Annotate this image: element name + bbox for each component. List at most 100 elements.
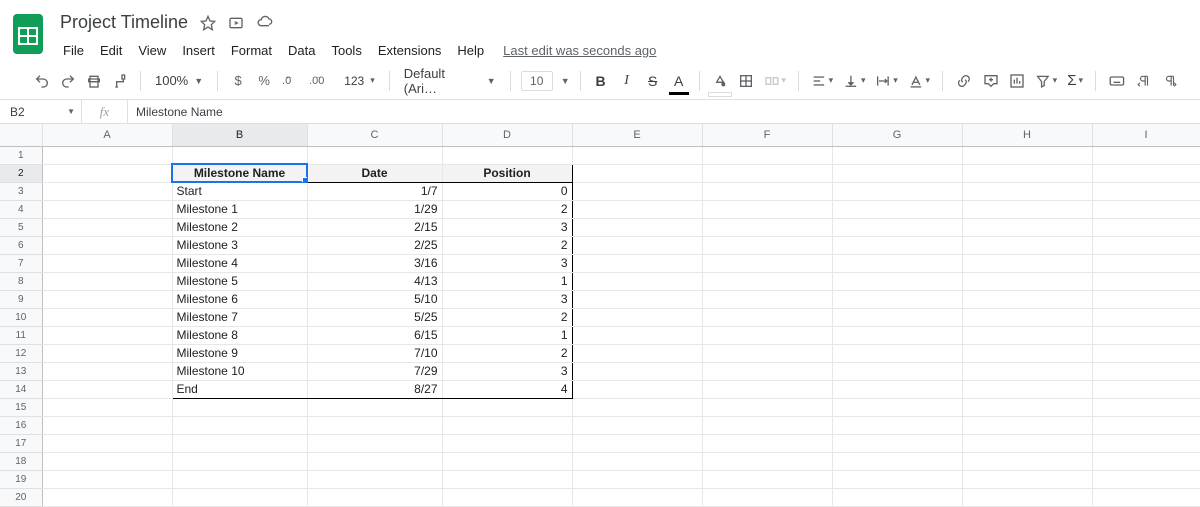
cell-A9[interactable] — [42, 290, 172, 308]
cell-G10[interactable] — [832, 308, 962, 326]
cell-F6[interactable] — [702, 236, 832, 254]
cell-D2[interactable]: Position — [442, 164, 572, 182]
star-icon[interactable] — [200, 15, 216, 31]
cell-C15[interactable] — [307, 398, 442, 416]
insert-comment-button[interactable] — [981, 69, 1001, 93]
cell-G15[interactable] — [832, 398, 962, 416]
cell-C17[interactable] — [307, 434, 442, 452]
doc-title[interactable]: Project Timeline — [56, 10, 192, 35]
vertical-align-button[interactable]: ▾ — [841, 69, 867, 93]
undo-button[interactable] — [32, 69, 52, 93]
cell-E1[interactable] — [572, 146, 702, 164]
cell-H13[interactable] — [962, 362, 1092, 380]
insert-link-button[interactable] — [953, 69, 975, 93]
menu-insert[interactable]: Insert — [175, 39, 222, 62]
row-header-10[interactable]: 10 — [0, 308, 42, 326]
row-header-1[interactable]: 1 — [0, 146, 42, 164]
redo-button[interactable] — [58, 69, 78, 93]
cell-F5[interactable] — [702, 218, 832, 236]
cell-B10[interactable]: Milestone 7 — [172, 308, 307, 326]
cell-E7[interactable] — [572, 254, 702, 272]
cell-F4[interactable] — [702, 200, 832, 218]
cell-A15[interactable] — [42, 398, 172, 416]
cell-F9[interactable] — [702, 290, 832, 308]
cell-A19[interactable] — [42, 470, 172, 488]
cell-I3[interactable] — [1092, 182, 1200, 200]
cell-C3[interactable]: 1/7 — [307, 182, 442, 200]
row-header-5[interactable]: 5 — [0, 218, 42, 236]
cell-C16[interactable] — [307, 416, 442, 434]
cell-G12[interactable] — [832, 344, 962, 362]
text-wrap-button[interactable]: ▾ — [873, 69, 899, 93]
row-header-14[interactable]: 14 — [0, 380, 42, 398]
cell-E9[interactable] — [572, 290, 702, 308]
row-header-4[interactable]: 4 — [0, 200, 42, 218]
menu-view[interactable]: View — [131, 39, 173, 62]
cell-A20[interactable] — [42, 488, 172, 506]
cell-B13[interactable]: Milestone 10 — [172, 362, 307, 380]
cell-I1[interactable] — [1092, 146, 1200, 164]
cell-C9[interactable]: 5/10 — [307, 290, 442, 308]
more-formats-dropdown[interactable]: 123▾ — [340, 69, 379, 93]
cell-I18[interactable] — [1092, 452, 1200, 470]
cell-D18[interactable] — [442, 452, 572, 470]
cell-A13[interactable] — [42, 362, 172, 380]
cell-E6[interactable] — [572, 236, 702, 254]
cell-G13[interactable] — [832, 362, 962, 380]
column-header-H[interactable]: H — [962, 124, 1092, 146]
cell-H8[interactable] — [962, 272, 1092, 290]
cell-H7[interactable] — [962, 254, 1092, 272]
cell-I15[interactable] — [1092, 398, 1200, 416]
rtl-button[interactable] — [1160, 69, 1180, 93]
cell-C5[interactable]: 2/15 — [307, 218, 442, 236]
cell-B4[interactable]: Milestone 1 — [172, 200, 307, 218]
cell-I12[interactable] — [1092, 344, 1200, 362]
cell-D19[interactable] — [442, 470, 572, 488]
cell-I11[interactable] — [1092, 326, 1200, 344]
cell-F10[interactable] — [702, 308, 832, 326]
cell-G11[interactable] — [832, 326, 962, 344]
cell-C12[interactable]: 7/10 — [307, 344, 442, 362]
cell-E2[interactable] — [572, 164, 702, 182]
column-header-I[interactable]: I — [1092, 124, 1200, 146]
percent-button[interactable]: % — [254, 69, 274, 93]
cell-A2[interactable] — [42, 164, 172, 182]
column-header-D[interactable]: D — [442, 124, 572, 146]
cell-C20[interactable] — [307, 488, 442, 506]
cell-B11[interactable]: Milestone 8 — [172, 326, 307, 344]
cell-I20[interactable] — [1092, 488, 1200, 506]
cell-B20[interactable] — [172, 488, 307, 506]
cell-B5[interactable]: Milestone 2 — [172, 218, 307, 236]
row-header-16[interactable]: 16 — [0, 416, 42, 434]
cell-D9[interactable]: 3 — [442, 290, 572, 308]
cell-C11[interactable]: 6/15 — [307, 326, 442, 344]
cell-C6[interactable]: 2/25 — [307, 236, 442, 254]
cell-A5[interactable] — [42, 218, 172, 236]
cell-G18[interactable] — [832, 452, 962, 470]
cell-I4[interactable] — [1092, 200, 1200, 218]
cell-E20[interactable] — [572, 488, 702, 506]
move-icon[interactable] — [228, 15, 244, 31]
chevron-down-icon[interactable]: ▼ — [561, 76, 570, 86]
merge-button[interactable]: ▾ — [762, 69, 788, 93]
menu-format[interactable]: Format — [224, 39, 279, 62]
cell-G20[interactable] — [832, 488, 962, 506]
cell-G8[interactable] — [832, 272, 962, 290]
cell-D20[interactable] — [442, 488, 572, 506]
spreadsheet-grid[interactable]: ABCDEFGHI12Milestone NameDatePosition3St… — [0, 124, 1200, 507]
functions-button[interactable]: Σ▾ — [1065, 69, 1085, 93]
cell-D16[interactable] — [442, 416, 572, 434]
cell-F14[interactable] — [702, 380, 832, 398]
cell-A3[interactable] — [42, 182, 172, 200]
cell-E19[interactable] — [572, 470, 702, 488]
cell-F16[interactable] — [702, 416, 832, 434]
cloud-status-icon[interactable] — [256, 15, 274, 31]
decrease-decimal-button[interactable]: .0← — [280, 69, 301, 93]
horizontal-align-button[interactable]: ▾ — [809, 69, 835, 93]
cell-F19[interactable] — [702, 470, 832, 488]
cell-H15[interactable] — [962, 398, 1092, 416]
cell-D13[interactable]: 3 — [442, 362, 572, 380]
cell-F17[interactable] — [702, 434, 832, 452]
cell-D4[interactable]: 2 — [442, 200, 572, 218]
cell-I8[interactable] — [1092, 272, 1200, 290]
